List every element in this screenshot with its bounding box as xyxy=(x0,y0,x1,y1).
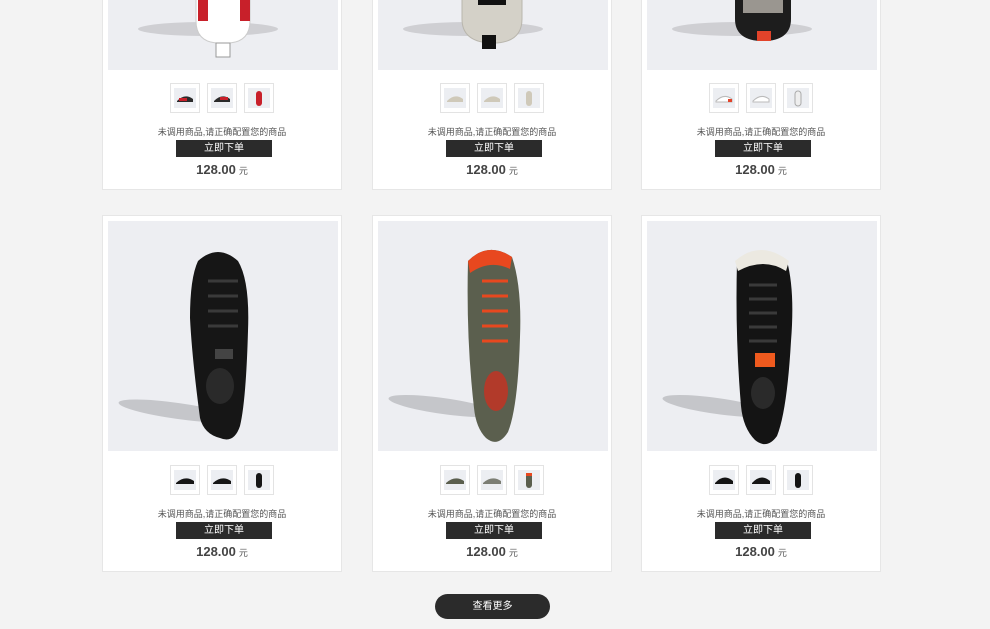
product-card: 未调用商品,请正确配置您的商品 立即下单 128.00 元 xyxy=(372,215,612,572)
buy-now-button[interactable]: 立即下单 xyxy=(715,140,811,157)
price-value: 128.00 xyxy=(735,544,775,559)
price-unit: 元 xyxy=(777,166,787,176)
thumbnail-list xyxy=(373,465,611,495)
thumbnail[interactable] xyxy=(207,465,237,495)
thumbnail[interactable] xyxy=(709,465,739,495)
product-price: 128.00 元 xyxy=(373,544,611,559)
thumbnail[interactable] xyxy=(170,83,200,113)
shoe-image xyxy=(138,0,278,58)
shoe-image xyxy=(388,249,521,442)
thumbnail[interactable] xyxy=(514,465,544,495)
thumbnail-list xyxy=(642,83,880,113)
thumbnail[interactable] xyxy=(440,83,470,113)
thumbnail[interactable] xyxy=(207,83,237,113)
thumbnail[interactable] xyxy=(514,83,544,113)
product-image[interactable] xyxy=(108,221,338,451)
price-unit: 元 xyxy=(238,548,248,558)
product-card: 未调用商品,请正确配置您的商品 立即下单 128.00 元 xyxy=(102,215,342,572)
thumbnail[interactable] xyxy=(783,465,813,495)
price-value: 128.00 xyxy=(196,162,236,177)
price-unit: 元 xyxy=(508,166,518,176)
price-unit: 元 xyxy=(777,548,787,558)
thumbnail[interactable] xyxy=(170,465,200,495)
product-price: 128.00 元 xyxy=(103,162,341,177)
shoe-image xyxy=(403,0,543,49)
product-image[interactable] xyxy=(647,0,877,70)
buy-now-button[interactable]: 立即下单 xyxy=(446,140,542,157)
product-image[interactable] xyxy=(108,0,338,70)
product-description: 未调用商品,请正确配置您的商品 xyxy=(696,127,826,137)
load-more-button[interactable]: 查看更多 xyxy=(435,594,550,619)
product-description: 未调用商品,请正确配置您的商品 xyxy=(696,509,826,519)
thumbnail[interactable] xyxy=(244,83,274,113)
thumbnail-list xyxy=(103,83,341,113)
buy-now-button[interactable]: 立即下单 xyxy=(446,522,542,539)
product-card: 未调用商品,请正确配置您的商品 立即下单 128.00 元 xyxy=(641,215,881,572)
product-price: 128.00 元 xyxy=(373,162,611,177)
product-description: 未调用商品,请正确配置您的商品 xyxy=(157,127,287,137)
price-value: 128.00 xyxy=(466,162,506,177)
product-card: 未调用商品,请正确配置您的商品 立即下单 128.00 元 xyxy=(372,0,612,190)
thumbnail-list xyxy=(373,83,611,113)
price-unit: 元 xyxy=(238,166,248,176)
thumbnail[interactable] xyxy=(244,465,274,495)
price-unit: 元 xyxy=(508,548,518,558)
product-card: 未调用商品,请正确配置您的商品 立即下单 128.00 元 xyxy=(102,0,342,190)
buy-now-button[interactable]: 立即下单 xyxy=(715,522,811,539)
product-price: 128.00 元 xyxy=(103,544,341,559)
product-card: 未调用商品,请正确配置您的商品 立即下单 128.00 元 xyxy=(641,0,881,190)
product-image[interactable] xyxy=(647,221,877,451)
thumbnail[interactable] xyxy=(709,83,739,113)
price-value: 128.00 xyxy=(735,162,775,177)
product-price: 128.00 元 xyxy=(642,544,880,559)
product-image[interactable] xyxy=(378,221,608,451)
thumbnail[interactable] xyxy=(746,83,776,113)
price-value: 128.00 xyxy=(196,544,236,559)
shoe-image xyxy=(672,0,812,41)
product-description: 未调用商品,请正确配置您的商品 xyxy=(157,509,287,519)
price-value: 128.00 xyxy=(466,544,506,559)
shoe-image xyxy=(118,252,249,440)
buy-now-button[interactable]: 立即下单 xyxy=(176,140,272,157)
product-image[interactable] xyxy=(378,0,608,70)
thumbnail[interactable] xyxy=(477,83,507,113)
shoe-image xyxy=(662,250,793,445)
thumbnail[interactable] xyxy=(746,465,776,495)
thumbnail[interactable] xyxy=(783,83,813,113)
thumbnail-list xyxy=(103,465,341,495)
buy-now-button[interactable]: 立即下单 xyxy=(176,522,272,539)
product-description: 未调用商品,请正确配置您的商品 xyxy=(427,127,557,137)
thumbnail[interactable] xyxy=(477,465,507,495)
thumbnail[interactable] xyxy=(440,465,470,495)
thumbnail-list xyxy=(642,465,880,495)
product-price: 128.00 元 xyxy=(642,162,880,177)
product-description: 未调用商品,请正确配置您的商品 xyxy=(427,509,557,519)
